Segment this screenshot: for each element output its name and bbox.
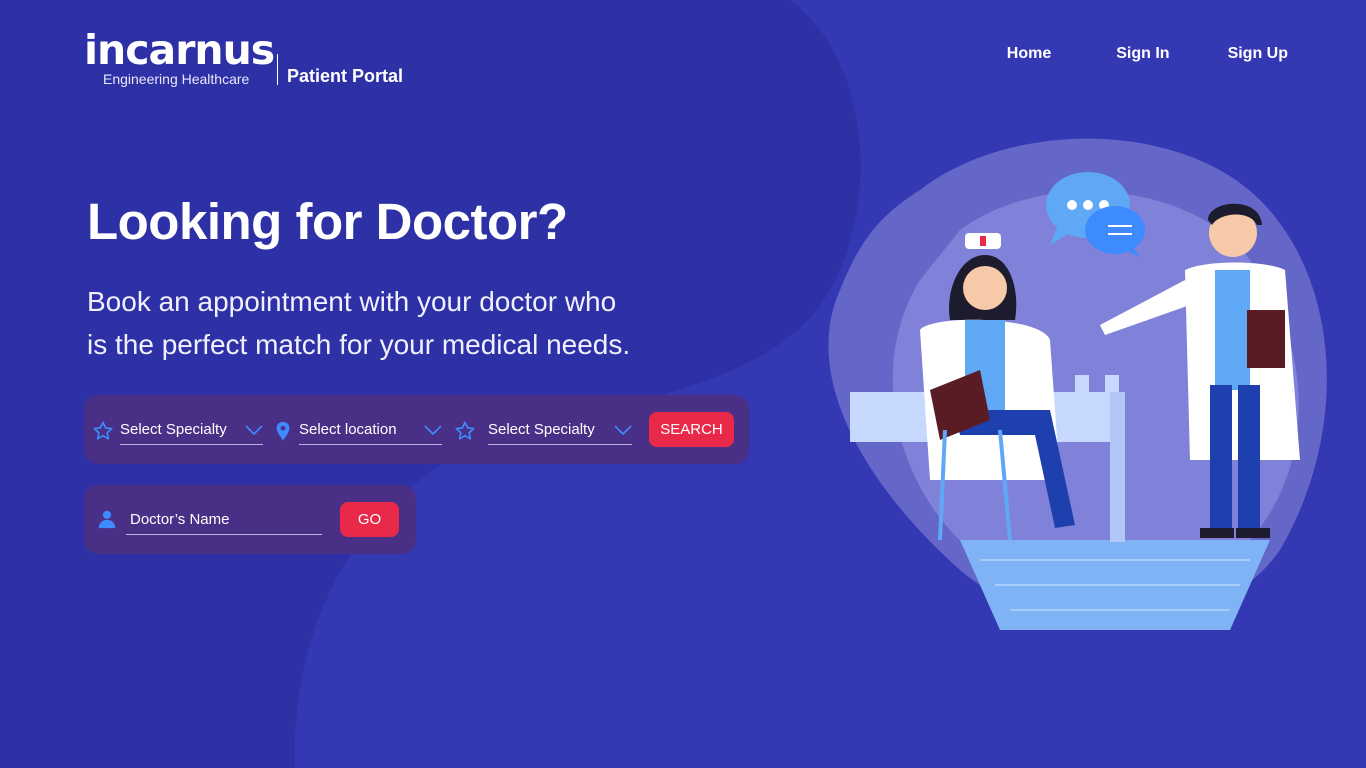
specialty-select-value: Select Specialty bbox=[120, 421, 227, 438]
top-nav: Home Sign In Sign Up bbox=[1007, 45, 1288, 63]
doctors-illustration bbox=[828, 138, 1327, 630]
page-title: Looking for Doctor? bbox=[87, 193, 568, 250]
doctor-name-placeholder: Doctor’s Name bbox=[130, 511, 230, 528]
chevron-down-icon bbox=[245, 425, 263, 436]
portal-label: Patient Portal bbox=[287, 66, 404, 86]
location-select-value: Select location bbox=[299, 421, 397, 438]
chevron-down-icon bbox=[614, 425, 632, 436]
star-outline-icon bbox=[93, 421, 113, 440]
nav-home-link[interactable]: Home bbox=[1007, 45, 1051, 63]
chevron-down-icon bbox=[424, 425, 442, 436]
nav-sign-up-link[interactable]: Sign Up bbox=[1228, 45, 1288, 63]
star-outline-icon bbox=[455, 421, 475, 440]
hero-subtitle-line-1: Book an appointment with your doctor who bbox=[87, 286, 617, 317]
hero-subtitle: Book an appointment with your doctor who… bbox=[87, 280, 727, 366]
logo[interactable]: incarnus Engineering Healthcare bbox=[84, 26, 275, 88]
map-pin-icon bbox=[276, 421, 290, 441]
go-button[interactable]: GO bbox=[340, 502, 399, 537]
specialty-select-2[interactable]: Select Specialty bbox=[488, 415, 632, 445]
logo-wordmark: incarnus bbox=[84, 26, 275, 74]
hero-subtitle-line-2: is the perfect match for your medical ne… bbox=[87, 329, 631, 360]
logo-tagline: Engineering Healthcare bbox=[103, 71, 250, 87]
logo-divider bbox=[277, 54, 278, 85]
search-button[interactable]: SEARCH bbox=[649, 412, 734, 447]
user-icon bbox=[98, 510, 116, 529]
doctor-name-input[interactable]: Doctor’s Name bbox=[126, 505, 322, 535]
specialty-select-2-value: Select Specialty bbox=[488, 421, 595, 438]
location-select[interactable]: Select location bbox=[299, 415, 442, 445]
doctor-search-bar: Doctor’s Name GO bbox=[84, 485, 416, 554]
specialty-select[interactable]: Select Specialty bbox=[120, 415, 263, 445]
search-bar: Select Specialty Select location Select … bbox=[84, 395, 749, 464]
nav-sign-in-link[interactable]: Sign In bbox=[1116, 45, 1169, 63]
